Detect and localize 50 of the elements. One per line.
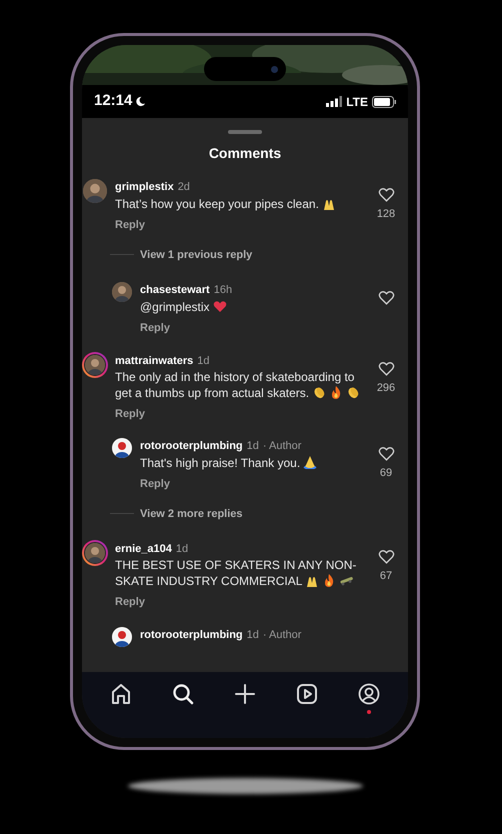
comment-text: THE BEST USE OF SKATERS IN ANY NON-SKATE INDUSTRY COMMERCIAL <box>115 558 358 589</box>
search-icon[interactable] <box>171 682 195 706</box>
status-time: 12:14 <box>94 91 132 112</box>
username[interactable]: grimplestix <box>115 180 174 194</box>
username[interactable]: mattrainwaters <box>115 354 194 368</box>
like-count: 128 <box>376 207 396 222</box>
home-icon[interactable] <box>109 682 133 706</box>
like-count: 69 <box>380 466 392 481</box>
sheet-title: Comments <box>208 144 282 163</box>
play-icon[interactable] <box>295 682 319 706</box>
comment-text: The only ad in the history of skateboarding to get a thumbs up from actual skaters. <box>115 370 368 400</box>
username[interactable]: rotorooterplumbing <box>140 439 243 453</box>
like-icon[interactable] <box>378 289 394 306</box>
timestamp: 16h <box>214 283 232 297</box>
like-icon[interactable] <box>378 360 394 376</box>
avatar[interactable] <box>111 437 133 459</box>
author-label: · Author <box>262 628 302 642</box>
username[interactable]: chasestewart <box>140 283 210 297</box>
reply-button[interactable]: Reply <box>115 594 145 610</box>
timestamp: 1d <box>246 439 259 453</box>
camera-icon <box>271 66 278 72</box>
avatar[interactable] <box>111 626 133 648</box>
like-icon[interactable] <box>378 445 394 462</box>
comment-text: That's high praise! Thank you. <box>140 455 368 471</box>
timestamp: 1d <box>176 542 188 556</box>
reply-button[interactable]: Reply <box>140 320 170 336</box>
battery-icon <box>372 96 396 108</box>
network-label: LTE <box>346 94 368 110</box>
author-label: · Author <box>262 439 302 453</box>
username[interactable]: ernie_a104 <box>115 542 172 556</box>
username[interactable]: rotorooterplumbing <box>140 628 243 642</box>
timestamp: 2d <box>178 180 190 194</box>
reply-button[interactable]: Reply <box>115 406 145 422</box>
like-count: 67 <box>380 569 392 584</box>
view-replies-link[interactable]: View 1 previous reply <box>140 246 252 263</box>
comment-text: @grimplestix <box>140 299 368 315</box>
comment-text: That’s how you keep your pipes clean. <box>115 196 368 212</box>
like-count: 296 <box>376 380 396 396</box>
drag-handle[interactable] <box>228 130 262 134</box>
like-icon[interactable] <box>378 186 394 203</box>
reply-button[interactable]: Reply <box>140 476 170 492</box>
plus-icon[interactable] <box>233 682 257 706</box>
moon-icon <box>135 96 146 107</box>
timestamp: 1d <box>197 354 210 368</box>
profile-icon[interactable] <box>357 682 381 706</box>
signal-icon <box>326 96 342 107</box>
view-replies-link[interactable]: View 2 more replies <box>140 506 243 522</box>
timestamp: 1d <box>246 628 259 642</box>
like-icon[interactable] <box>378 548 394 565</box>
reply-button[interactable]: Reply <box>115 217 145 234</box>
